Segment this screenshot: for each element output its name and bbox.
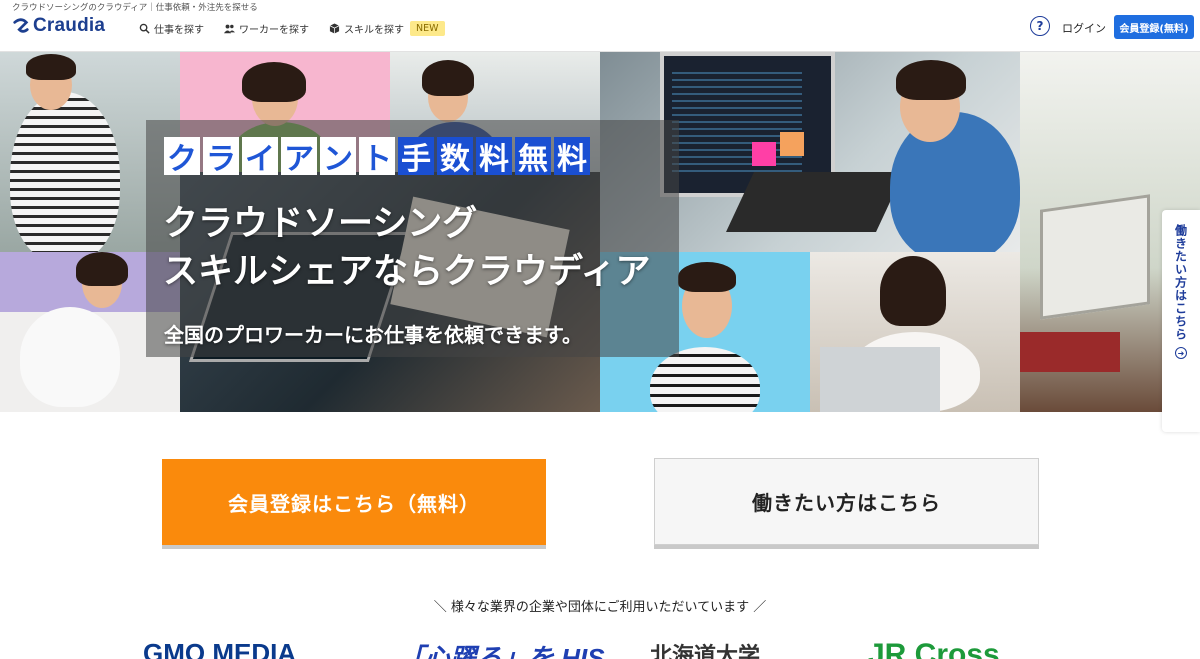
logo-text: Craudia bbox=[33, 15, 106, 36]
hero-tagline-char: イ bbox=[242, 137, 278, 177]
hero-tagline-char: ン bbox=[320, 137, 356, 177]
hero-tagline-char: ラ bbox=[203, 137, 239, 177]
client-logos: GMO MEDIA 「心躍る」を HIS 北海道大学 JR Cross bbox=[0, 636, 1200, 659]
nav-find-jobs[interactable]: 仕事を探す bbox=[139, 21, 204, 36]
hero-tagline: クライアント手数料無料 bbox=[164, 137, 590, 177]
hero-title-line2: スキルシェアならクラウディア bbox=[163, 252, 651, 292]
hero-tagline-char: 料 bbox=[554, 137, 590, 177]
photo-tile-woman-laptop bbox=[810, 252, 1020, 412]
client-logo-gmo: GMO MEDIA bbox=[143, 638, 297, 659]
cube-icon bbox=[329, 23, 340, 34]
hero-tagline-char: 料 bbox=[476, 137, 512, 177]
nav-find-workers-label: ワーカーを探す bbox=[239, 25, 309, 36]
users-icon bbox=[224, 24, 235, 34]
main-nav: 仕事を探す ワーカーを探す スキルを探す NEW bbox=[139, 21, 445, 36]
hero-tagline-char: 無 bbox=[515, 137, 551, 177]
login-link[interactable]: ログイン bbox=[1062, 20, 1106, 36]
nav-find-skills-label: スキルを探す bbox=[344, 25, 404, 36]
search-icon bbox=[139, 23, 150, 34]
nav-find-skills[interactable]: スキルを探す bbox=[329, 21, 404, 36]
side-tab-label: 働きたい方はこちら bbox=[1173, 224, 1188, 341]
arrow-right-icon: ➜ bbox=[1175, 347, 1187, 359]
client-logo-his: 「心躍る」を HIS bbox=[398, 643, 605, 659]
hero-tagline-char: ト bbox=[359, 137, 395, 177]
hero-banner: クライアント手数料無料 クラウドソーシング スキルシェアならクラウディア 全国の… bbox=[0, 52, 1200, 412]
site-tagline: クラウドソーシングのクラウディア｜仕事依頼・外注先を探せる bbox=[12, 3, 258, 13]
clients-heading: ＼ 様々な業界の企業や団体にご利用いただいています ／ bbox=[433, 600, 767, 615]
worker-cta-button[interactable]: 働きたい方はこちら bbox=[654, 458, 1039, 545]
site-header: クラウドソーシングのクラウディア｜仕事依頼・外注先を探せる Craudia 仕事… bbox=[0, 0, 1200, 52]
hero-tagline-char: 手 bbox=[398, 137, 434, 177]
hero-tagline-char: ク bbox=[164, 137, 200, 177]
hero-subtitle: 全国のプロワーカーにお仕事を依頼できます。 bbox=[164, 323, 582, 347]
hero-title: クラウドソーシング スキルシェアならクラウディア bbox=[163, 200, 683, 296]
help-icon[interactable]: ? bbox=[1030, 16, 1050, 36]
register-cta-button[interactable]: 会員登録はこちら（無料） bbox=[162, 459, 546, 545]
client-logo-jrcross: JR Cross bbox=[868, 638, 1000, 659]
hero-title-line1: クラウドソーシング bbox=[163, 204, 478, 244]
craudia-logo[interactable]: Craudia bbox=[12, 15, 105, 37]
register-button[interactable]: 会員登録(無料) bbox=[1114, 15, 1194, 39]
hero-tagline-char: ア bbox=[281, 137, 317, 177]
hero-tagline-char: 数 bbox=[437, 137, 473, 177]
side-worker-tab[interactable]: 働きたい方はこちら ➜ bbox=[1162, 210, 1200, 432]
nav-find-workers[interactable]: ワーカーを探す bbox=[224, 21, 309, 36]
new-badge: NEW bbox=[410, 21, 445, 36]
nav-find-jobs-label: 仕事を探す bbox=[154, 25, 204, 36]
craudia-logo-icon bbox=[13, 18, 29, 33]
client-logo-hokudai: 北海道大学 bbox=[650, 643, 761, 659]
